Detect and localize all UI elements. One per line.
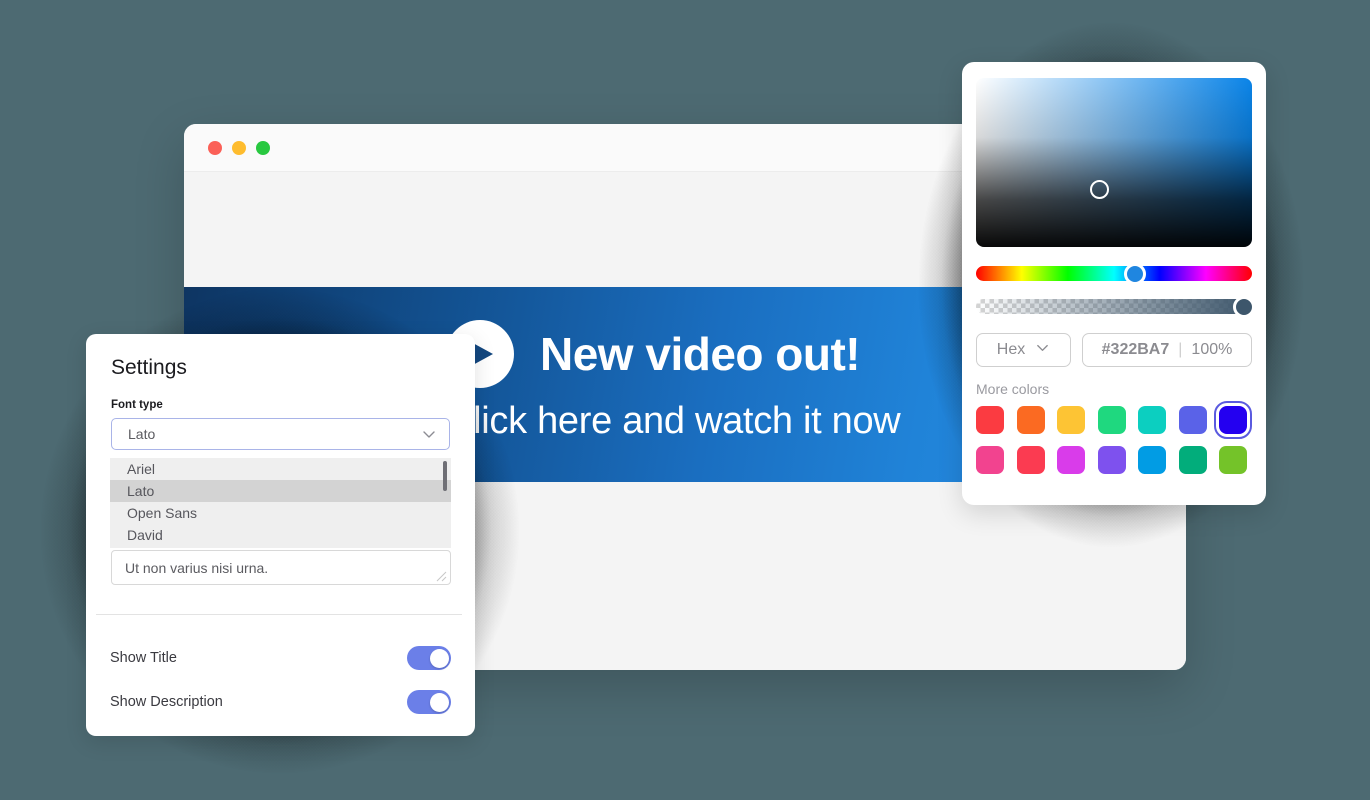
settings-panel-title: Settings (111, 356, 187, 379)
minimize-window-button[interactable] (232, 140, 246, 155)
font-type-label: Font type (111, 399, 163, 411)
swatch-yellow[interactable] (1057, 406, 1086, 434)
banner-title: New video out! (540, 328, 861, 380)
swatch-blue-violet[interactable] (1214, 401, 1253, 439)
description-textarea[interactable]: Ut non varius nisi urna. (111, 550, 451, 585)
show-description-row: Show Description (110, 689, 451, 715)
hex-opacity-separator: | (1178, 341, 1183, 358)
maximize-window-button[interactable] (256, 140, 270, 155)
font-type-dropdown-list[interactable]: Ariel Lato Open Sans David (110, 458, 451, 548)
color-mode-select[interactable]: Hex (976, 333, 1071, 367)
dropdown-scrollbar-thumb[interactable] (443, 461, 447, 491)
swatch-teal[interactable] (1138, 406, 1167, 434)
dropdown-option-lato[interactable]: Lato (110, 480, 451, 502)
font-type-select[interactable]: Lato (111, 418, 450, 450)
color-picker-panel: Hex #322BA7 | 100% More colors (962, 62, 1266, 505)
show-title-label: Show Title (110, 650, 177, 666)
hex-value-text: #322BA7 (1101, 341, 1170, 358)
opacity-value-text: 100% (1191, 341, 1233, 358)
toggle-knob (429, 648, 449, 668)
resize-grip-icon[interactable] (434, 569, 447, 582)
swatch-lime[interactable] (1219, 446, 1248, 474)
swatch-green[interactable] (1097, 406, 1126, 434)
saturation-value-handle[interactable] (1090, 180, 1109, 199)
alpha-slider[interactable] (976, 295, 1255, 318)
show-title-row: Show Title (110, 645, 451, 671)
swatch-pink[interactable] (976, 446, 1004, 474)
hue-slider-handle[interactable] (1124, 262, 1146, 285)
dropdown-option-david[interactable]: David (110, 524, 451, 546)
toggle-knob (429, 692, 449, 712)
swatch-indigo[interactable] (1178, 406, 1207, 434)
alpha-slider-handle[interactable] (1233, 295, 1255, 318)
swatch-magenta[interactable] (1057, 446, 1086, 474)
show-description-toggle[interactable] (407, 690, 451, 714)
saturation-value-area[interactable] (976, 78, 1252, 247)
chevron-down-icon (421, 426, 437, 442)
settings-divider (96, 614, 462, 615)
show-title-toggle[interactable] (407, 646, 451, 670)
chevron-down-icon (1035, 340, 1050, 360)
swatch-crimson[interactable] (1016, 446, 1045, 474)
swatch-sky[interactable] (1138, 446, 1167, 474)
description-textarea-value: Ut non varius nisi urna. (125, 559, 269, 576)
close-window-button[interactable] (208, 140, 222, 155)
swatch-red[interactable] (976, 406, 1004, 434)
more-colors-label: More colors (976, 381, 1050, 397)
font-type-select-value: Lato (128, 426, 156, 442)
hex-value-input[interactable]: #322BA7 | 100% (1082, 333, 1252, 367)
hue-slider[interactable] (976, 262, 1252, 285)
swatch-purple[interactable] (1097, 446, 1126, 474)
color-swatch-grid (976, 401, 1253, 474)
show-description-label: Show Description (110, 694, 223, 710)
color-picker-inputs-row: Hex #322BA7 | 100% (976, 333, 1252, 367)
dropdown-option-open-sans[interactable]: Open Sans (110, 502, 451, 524)
swatch-emerald[interactable] (1178, 446, 1207, 474)
swatch-orange[interactable] (1016, 406, 1045, 434)
color-mode-value: Hex (996, 341, 1026, 358)
dropdown-option-ariel[interactable]: Ariel (110, 458, 451, 480)
dropdown-scrollbar[interactable] (443, 461, 447, 545)
